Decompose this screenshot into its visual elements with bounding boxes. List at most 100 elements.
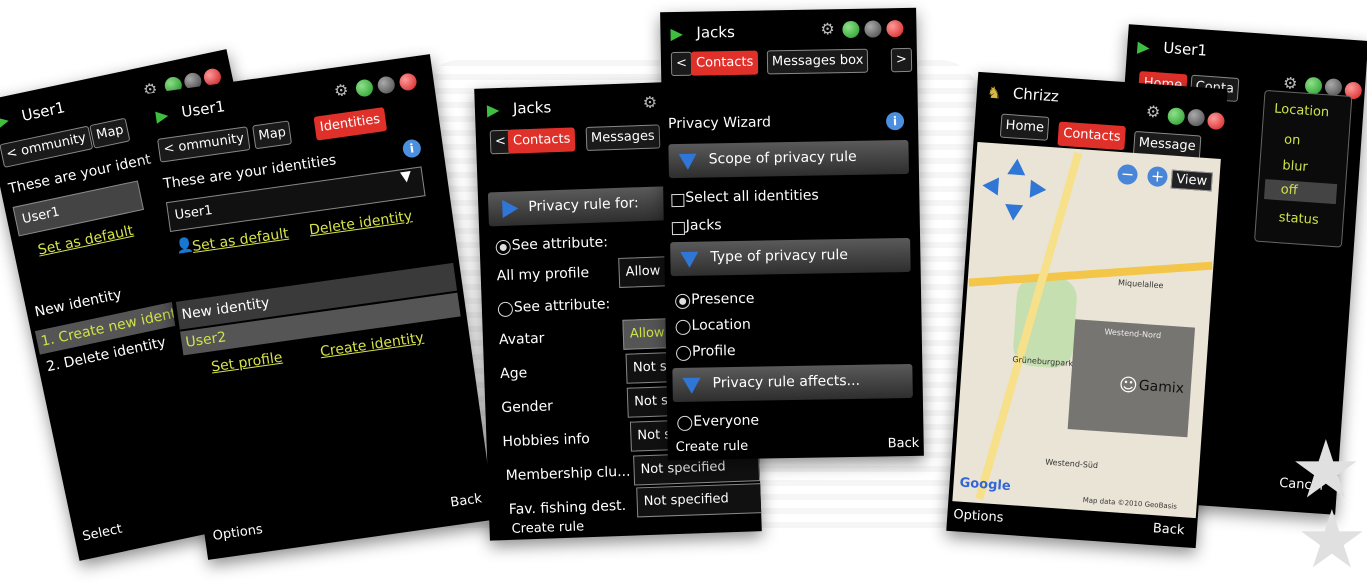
app-logo-icon: ▶ xyxy=(154,105,170,126)
affects-label: Privacy rule affects... xyxy=(712,372,861,392)
attribute-select-fishing[interactable]: Not specified xyxy=(636,483,762,518)
attribute-label-age: Age xyxy=(499,365,528,383)
confirm-icon[interactable] xyxy=(354,78,375,98)
app-logo-icon: ▶ xyxy=(670,23,683,44)
zoom-in-icon[interactable]: + xyxy=(1146,165,1169,188)
pan-down-icon[interactable] xyxy=(1004,204,1024,222)
tab-community[interactable]: < ommunity xyxy=(0,125,94,168)
close-icon[interactable] xyxy=(398,72,418,92)
tab-next[interactable]: > xyxy=(890,47,913,73)
delete-identity-link[interactable]: Delete identity xyxy=(308,208,413,238)
tab-contacts[interactable]: Contacts xyxy=(690,50,759,76)
see-attribute-label: See attribute: xyxy=(511,234,609,254)
tab-messages[interactable]: Messages xyxy=(585,124,661,152)
app-logo-icon: ▶ xyxy=(0,110,11,132)
map-view[interactable]: − + View Westend-Nord Grüneburgpark West… xyxy=(952,141,1221,519)
attribute-label-fishing: Fav. fishing dest. xyxy=(508,497,627,518)
info-icon[interactable]: i xyxy=(885,112,905,131)
gear-icon[interactable]: ⚙ xyxy=(1282,73,1298,93)
profile-radio[interactable] xyxy=(675,345,692,362)
zoom-out-icon[interactable]: − xyxy=(1116,163,1139,186)
see-attribute-radio[interactable] xyxy=(495,239,512,256)
options-softkey[interactable]: Options xyxy=(212,522,264,544)
pan-right-icon[interactable] xyxy=(1029,179,1047,199)
create-rule-softkey[interactable]: Create rule xyxy=(511,519,584,537)
pan-left-icon[interactable] xyxy=(981,176,1000,196)
all-my-profile-label: All my profile xyxy=(496,264,590,285)
map-label: Westend-Süd xyxy=(1044,457,1099,471)
tab-home[interactable]: Home xyxy=(999,113,1050,141)
arrow-down-icon xyxy=(680,251,699,268)
gear-icon[interactable]: ⚙ xyxy=(820,19,835,38)
back-softkey[interactable]: Back xyxy=(888,436,920,452)
tab-community[interactable]: < ommunity xyxy=(157,126,251,163)
app-logo-icon: ▶ xyxy=(486,100,500,120)
create-identity-link[interactable]: Create identity xyxy=(319,330,425,360)
page-title: User1 xyxy=(19,98,67,125)
see-attribute-label: See attribute: xyxy=(513,296,611,316)
user-avatar-icon: ♞ xyxy=(986,82,1002,103)
tab-contacts[interactable]: Contacts xyxy=(1057,121,1127,151)
gear-icon[interactable]: ⚙ xyxy=(642,93,657,112)
location-blur-item[interactable]: blur xyxy=(1282,158,1308,175)
tab-prev[interactable]: < xyxy=(670,51,693,77)
location-menu: Location on blur off status xyxy=(1254,89,1353,248)
everyone-label: Everyone xyxy=(693,412,760,430)
location-radio[interactable] xyxy=(675,319,691,336)
see-attribute-radio[interactable] xyxy=(497,301,514,318)
close-icon[interactable] xyxy=(1206,111,1226,131)
tab-map[interactable]: Map xyxy=(89,117,131,149)
create-rule-softkey[interactable]: Create rule xyxy=(676,439,749,455)
close-icon[interactable] xyxy=(886,20,904,38)
page-title: User1 xyxy=(1162,38,1208,60)
status-icon[interactable] xyxy=(864,20,882,38)
view-button[interactable]: View xyxy=(1170,169,1213,192)
location-status-item[interactable]: status xyxy=(1278,210,1319,228)
attribute-label-avatar: Avatar xyxy=(498,330,545,349)
location-off-label: off xyxy=(1280,182,1299,199)
gear-icon[interactable]: ⚙ xyxy=(333,80,350,101)
location-on-item[interactable]: on xyxy=(1284,132,1301,148)
jacks-checkbox[interactable] xyxy=(671,221,685,236)
select-all-label: Select all identities xyxy=(685,187,819,206)
tab-map[interactable]: Map xyxy=(252,120,293,150)
status-icon[interactable] xyxy=(1187,108,1206,127)
attribute-label-membership: Membership clu... xyxy=(505,463,631,485)
tab-identities[interactable]: Identities xyxy=(313,107,387,141)
set-profile-link[interactable]: Set profile xyxy=(210,350,283,376)
select-all-checkbox[interactable] xyxy=(671,193,685,208)
phone-map: ♞ Chrizz ⚙ Home Contacts Message − + Vie… xyxy=(946,71,1228,549)
confirm-icon[interactable] xyxy=(1167,107,1186,126)
page-title: Chrizz xyxy=(1012,84,1060,106)
contact-marker-label: Gamix xyxy=(1138,377,1185,397)
tab-messages-box[interactable]: Messages box xyxy=(766,48,869,75)
scope-label: Scope of privacy rule xyxy=(708,148,857,168)
confirm-icon[interactable] xyxy=(842,20,860,39)
presence-radio[interactable] xyxy=(675,293,691,310)
back-softkey[interactable]: Back xyxy=(1152,521,1185,538)
info-icon[interactable]: i xyxy=(401,138,423,159)
chevron-down-icon[interactable]: ▼ xyxy=(400,168,413,185)
location-menu-title: Location xyxy=(1273,101,1330,121)
google-logo: Google xyxy=(959,475,1012,495)
everyone-radio[interactable] xyxy=(677,415,693,432)
tab-contacts[interactable]: Contacts xyxy=(507,127,576,154)
wizard-title: Privacy Wizard xyxy=(667,114,772,133)
pan-up-icon[interactable] xyxy=(1007,158,1027,176)
arrow-down-icon xyxy=(682,377,701,394)
back-softkey[interactable]: Back xyxy=(450,491,483,510)
select-softkey[interactable]: Select xyxy=(81,522,123,545)
app-logo-icon: ▶ xyxy=(1136,36,1151,57)
options-softkey[interactable]: Options xyxy=(953,507,1004,525)
attribute-label-gender: Gender xyxy=(501,398,554,417)
status-icon[interactable] xyxy=(376,75,396,95)
set-as-default-link[interactable]: Set as default xyxy=(191,226,289,255)
location-off-item[interactable] xyxy=(1263,179,1338,205)
decorative-star-icon: ★ xyxy=(1296,493,1367,586)
page-title: User1 xyxy=(180,97,227,122)
map-road xyxy=(968,261,1213,287)
contact-marker-icon[interactable]: ☺ xyxy=(1118,374,1138,396)
presence-label: Presence xyxy=(690,290,755,308)
jacks-label: Jacks xyxy=(685,217,722,234)
gear-icon[interactable]: ⚙ xyxy=(1145,102,1161,122)
